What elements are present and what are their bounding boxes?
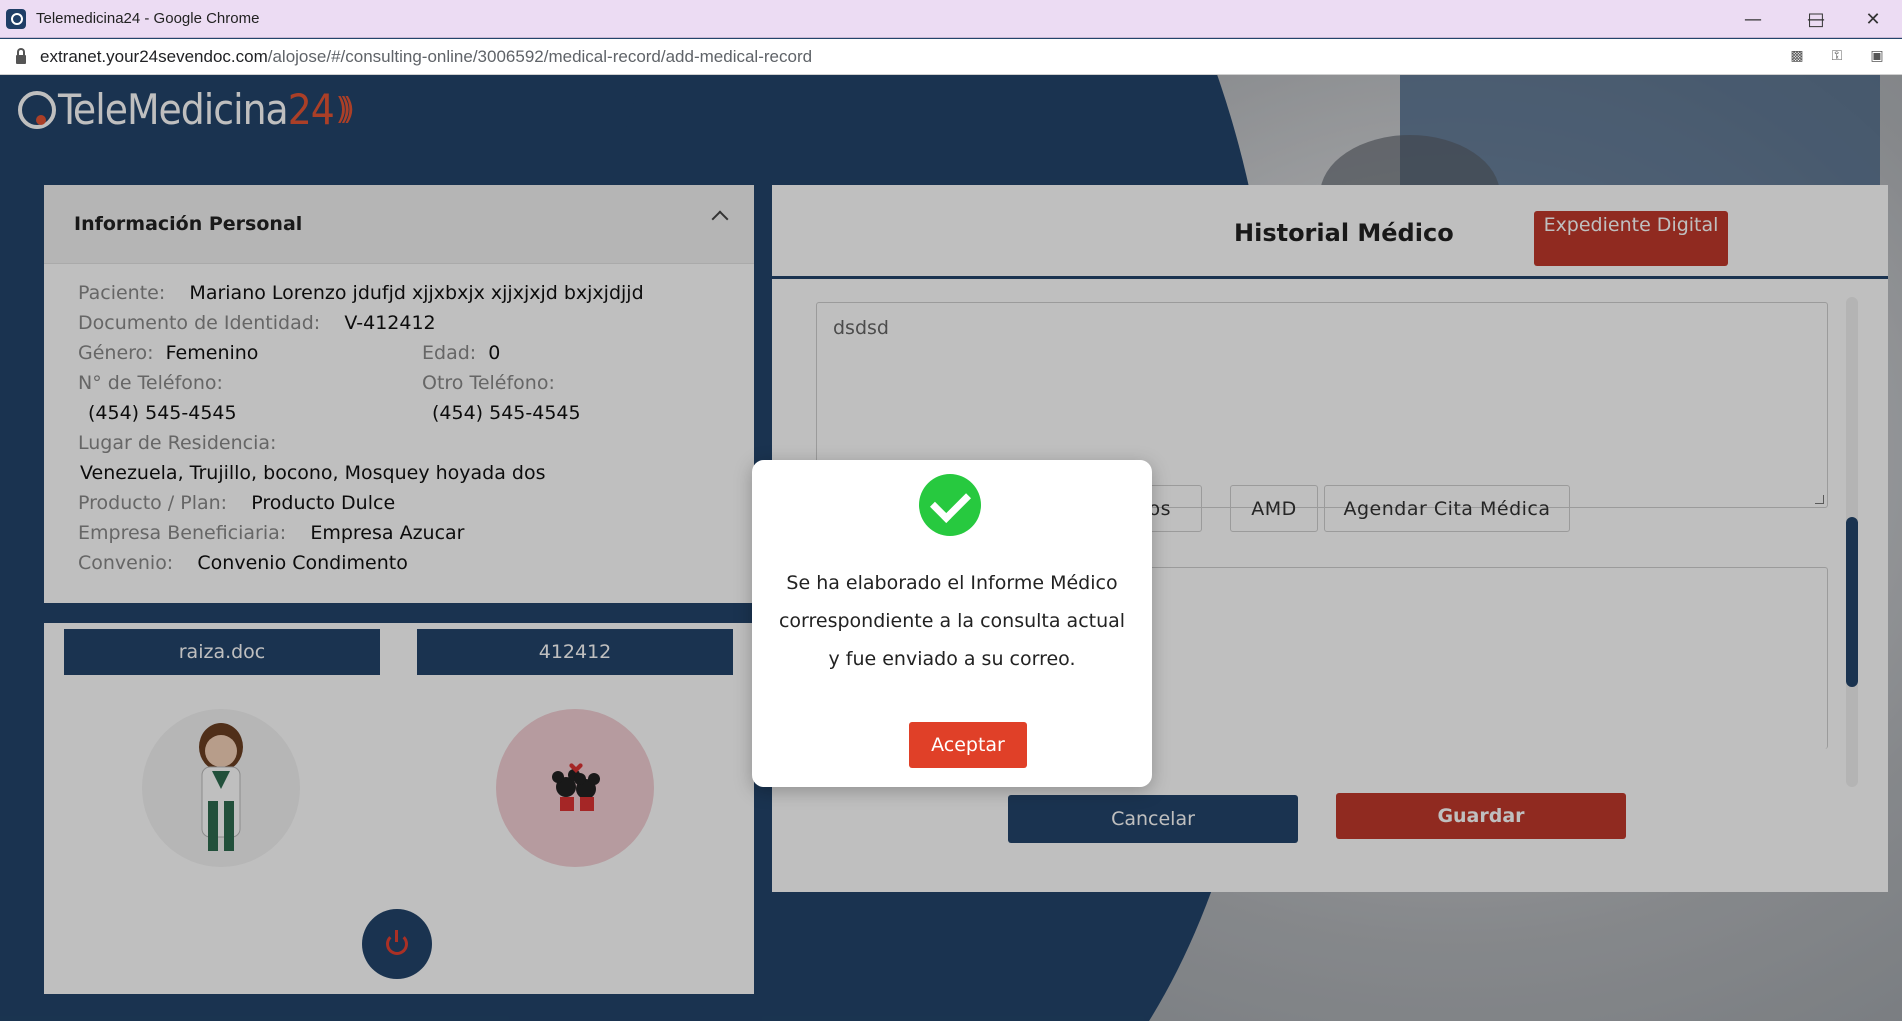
translate-icon[interactable]: ▣	[1868, 47, 1886, 65]
minimize-button[interactable]: —	[1724, 0, 1782, 38]
url-text[interactable]: extranet.your24sevendoc.com/alojose/#/co…	[40, 47, 812, 67]
app-icon	[6, 8, 26, 29]
page: TeleMedicina24 ))) Información Personal …	[0, 75, 1902, 1021]
browser-title-bar: Telemedicina24 - Google Chrome —	[0, 0, 1902, 38]
accept-button[interactable]: Aceptar	[909, 722, 1027, 768]
lock-icon	[16, 48, 26, 64]
success-check-icon	[919, 474, 981, 536]
address-bar[interactable]: extranet.your24sevendoc.com/alojose/#/co…	[0, 39, 1902, 75]
maximize-icon[interactable]: □	[1787, 0, 1845, 38]
success-message: Se ha elaborado el Informe Médico corres…	[778, 572, 1126, 670]
close-icon[interactable]: ✕	[1844, 0, 1902, 38]
camera-icon[interactable]: ▩	[1788, 47, 1806, 65]
window-title: Telemedicina24 - Google Chrome	[36, 10, 260, 27]
success-modal: Se ha elaborado el Informe Médico corres…	[752, 460, 1152, 787]
key-icon[interactable]: ⚿	[1828, 47, 1846, 65]
